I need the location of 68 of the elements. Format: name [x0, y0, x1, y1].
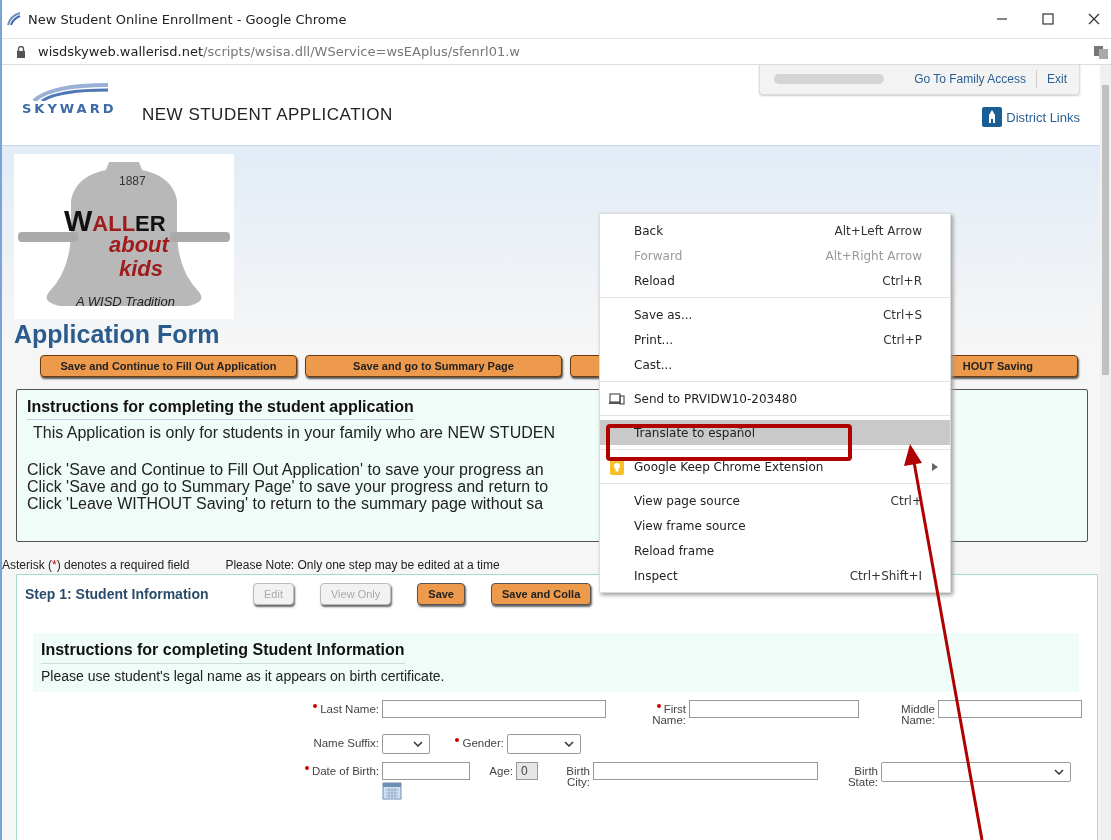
menu-item[interactable]: Send to PRVIDW10-203480	[600, 386, 950, 411]
calendar-icon[interactable]	[382, 782, 402, 800]
text-field[interactable]	[382, 700, 606, 718]
scrollbar-thumb[interactable]	[1102, 85, 1109, 375]
instructions-heading: Instructions for completing the student application	[27, 398, 414, 420]
chevron-down-icon	[1054, 769, 1064, 775]
chevron-down-icon	[413, 741, 423, 747]
scrollbar[interactable]	[1100, 65, 1111, 840]
field-label: Date of Birth:	[287, 766, 379, 777]
field-label: First Name:	[651, 704, 686, 726]
field-label: Middle Name:	[900, 704, 935, 726]
address-field[interactable]: wisdskyweb.wallerisd.net/scripts/wsisa.dll/WService=wsEAplus/sfenrl01.w	[38, 44, 1093, 59]
district-links-link[interactable]: District Links	[1006, 109, 1080, 125]
field-label: Last Name:	[287, 704, 379, 715]
date-field[interactable]	[382, 762, 470, 780]
menu-item[interactable]: Cast...	[600, 352, 950, 377]
action-button[interactable]: Save and Continue to Fill Out Application	[40, 355, 297, 377]
submenu-arrow-icon	[932, 462, 938, 471]
close-icon[interactable]	[1087, 12, 1101, 26]
instructions-line: Click 'Save and Continue to Fill Out Application' to save your progress an	[27, 461, 544, 478]
chevron-down-icon	[564, 741, 574, 747]
dropdown[interactable]	[382, 734, 430, 754]
form-title: Application Form	[14, 320, 220, 349]
maximize-icon[interactable]	[1041, 12, 1055, 26]
field-label: Name Suffix:	[312, 738, 379, 749]
step-title: Step 1: Student Information	[25, 586, 210, 602]
field-label: Birth State:	[846, 766, 878, 788]
menu-item[interactable]: Save as... Ctrl+S	[600, 302, 950, 327]
devices-icon	[609, 392, 625, 405]
logo-tagline: A WISD Tradition	[76, 294, 175, 309]
step-instructions-text: Please use student's legal name as it appears on birth certificate.	[41, 668, 445, 684]
menu-item[interactable]: Inspect Ctrl+Shift+I	[600, 563, 950, 588]
field-label: Gender:	[446, 738, 504, 749]
field-label: Birth City:	[565, 766, 590, 788]
swoosh-icon	[30, 83, 110, 101]
step-button[interactable]: Save and Colla	[491, 583, 592, 605]
dropdown[interactable]	[881, 762, 1071, 782]
instructions-line: Click 'Save and go to Summary Page' to save your progress and return to	[27, 478, 549, 495]
instructions-text: This Application is only for students in your family who are NEW STUDEN	[33, 424, 555, 442]
edit-note: Please Note: Only one step may be edited at a time	[225, 558, 500, 572]
text-field[interactable]	[593, 762, 818, 780]
window-title: New Student Online Enrollment - Google Chrome	[28, 11, 348, 27]
menu-item[interactable]: Print... Ctrl+P	[600, 327, 950, 352]
text-field[interactable]	[689, 700, 859, 718]
page-header-title: NEW STUDENT APPLICATION	[142, 105, 394, 125]
menu-item[interactable]: View frame source	[600, 513, 950, 538]
header-link[interactable]: Exit	[1047, 72, 1067, 86]
translate-icon[interactable]	[1093, 43, 1109, 60]
lock-icon	[16, 45, 26, 58]
logo-text: SKYWARD	[22, 101, 118, 116]
menu-item[interactable]: View page source Ctrl+	[600, 488, 950, 513]
text-field[interactable]	[938, 700, 1082, 718]
building-icon[interactable]	[982, 107, 1003, 127]
logo-text: kids	[119, 256, 164, 282]
action-button[interactable]: Save and go to Summary Page	[305, 355, 562, 377]
menu-item[interactable]: Reload Ctrl+R	[600, 268, 950, 293]
header-link[interactable]: Go To Family Access	[914, 72, 1026, 86]
app-icon	[6, 11, 22, 27]
field-label: Age:	[488, 766, 513, 777]
instructions-line: Click 'Leave WITHOUT Saving' to return to the summary page without sa	[27, 495, 544, 512]
dropdown[interactable]	[507, 734, 581, 754]
required-note: Asterisk (*) denotes a required field	[2, 558, 190, 572]
logo-year: 1887	[119, 174, 146, 188]
step-instructions-heading: Instructions for completing Student Information	[41, 641, 405, 664]
menu-item[interactable]: Reload frame	[600, 538, 950, 563]
menu-item[interactable]: Back Alt+Left Arrow	[600, 218, 950, 243]
step-button[interactable]: Save	[417, 583, 465, 605]
age-field[interactable]: 0	[516, 762, 538, 780]
